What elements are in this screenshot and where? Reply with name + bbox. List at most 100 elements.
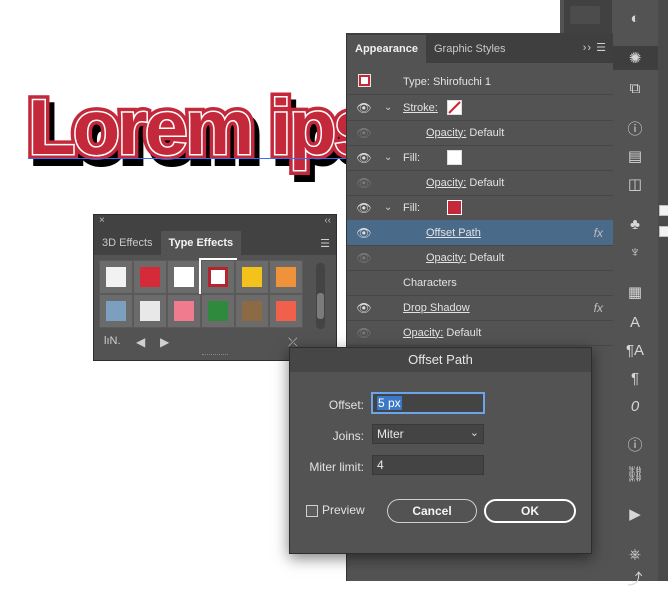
appearance-row-fill[interactable]: 👁 ⌄ Fill: [347, 195, 613, 221]
opacity-label[interactable]: Opacity: [426, 252, 466, 264]
opacity-label[interactable]: Opacity: [426, 127, 466, 139]
preview-label[interactable]: Preview [322, 503, 365, 517]
preview-checkbox[interactable] [306, 505, 318, 517]
appearance-row-type[interactable]: Type: Shirofuchi 1 [347, 69, 613, 95]
opacity-value: Default [469, 126, 505, 139]
appearance-row-opacity[interactable]: 👁 Opacity: Default [347, 120, 613, 146]
fill-white-swatch-icon[interactable] [447, 150, 462, 165]
tab-graphic-styles[interactable]: Graphic Styles [426, 35, 514, 63]
graphic-style-style-pink-orange[interactable] [167, 294, 201, 328]
artwork-text[interactable]: Lorem ips [27, 87, 379, 168]
opacity-label[interactable]: Opacity: [426, 177, 466, 189]
resize-grip[interactable] [202, 354, 228, 359]
previous-icon[interactable]: ◀ [136, 335, 145, 349]
offset-input[interactable]: 5 px [372, 393, 484, 413]
visibility-eye-icon[interactable]: 👁 [355, 226, 373, 240]
opentype-icon[interactable]: 0 [612, 394, 658, 418]
visibility-eye-icon[interactable]: 👁 [355, 126, 373, 140]
fill-red-swatch-icon[interactable] [447, 200, 462, 215]
close-icon[interactable]: × [99, 215, 105, 226]
play-icon[interactable]: ▶ [612, 502, 658, 526]
opacity-label[interactable]: Opacity: [403, 327, 443, 339]
visibility-eye-icon[interactable]: 👁 [355, 151, 373, 165]
visibility-eye-icon[interactable]: 👁 [355, 101, 373, 115]
miter-limit-input[interactable]: 4 [372, 455, 484, 475]
grid-icon[interactable]: ▦ [612, 280, 658, 304]
offset-path-effect-link[interactable]: Offset Path [426, 227, 481, 239]
fx-icon[interactable]: fx [594, 301, 603, 315]
style-swatch [106, 267, 126, 287]
style-swatch [140, 267, 160, 287]
fx-icon[interactable]: fx [594, 226, 603, 240]
graphic-style-style-white-shadow[interactable] [167, 260, 201, 294]
graphic-style-style-green-leaf[interactable] [201, 294, 235, 328]
appearance-row-opacity[interactable]: 👁 Opacity: Default [347, 245, 613, 271]
graphic-style-style-white-bevel[interactable] [99, 260, 133, 294]
tab-appearance[interactable]: Appearance [347, 35, 426, 63]
style-swatch [276, 267, 296, 287]
style-scrollbar[interactable] [316, 263, 325, 329]
edge-checkbox[interactable] [659, 205, 668, 216]
info-icon[interactable]: ⓘ [612, 116, 658, 140]
visibility-eye-icon[interactable]: 👁 [355, 251, 373, 265]
stroke-none-swatch-icon[interactable] [447, 100, 462, 115]
align-icon[interactable]: ▤ [612, 144, 658, 168]
joins-select[interactable]: Miter ⌄ [372, 424, 484, 444]
characters-label[interactable]: Characters [403, 277, 457, 289]
sun-icon[interactable]: ✺ [612, 46, 658, 70]
edge-checkbox[interactable] [659, 226, 668, 237]
offset-label: Offset: [328, 398, 364, 412]
appearance-row-drop-shadow[interactable]: 👁 Drop Shadow fx [347, 295, 613, 321]
library-menu-icon[interactable]: lıN. [104, 335, 121, 347]
graphic-style-style-yellow-blue[interactable] [235, 260, 269, 294]
appearance-row-characters[interactable]: Characters [347, 270, 613, 296]
chevron-down-icon[interactable]: ⌄ [384, 202, 392, 213]
next-icon[interactable]: ▶ [160, 335, 169, 349]
style-swatch [106, 301, 126, 321]
link-icon[interactable]: ⛓ [612, 462, 658, 486]
graphic-style-style-coral[interactable] [269, 294, 303, 328]
paragraph-style-icon[interactable]: ¶A [612, 338, 658, 362]
plant-icon[interactable]: ♆ [612, 240, 658, 264]
appearance-row-opacity[interactable]: 👁 Opacity: Default [347, 170, 613, 196]
collapsed-panel-tab[interactable] [570, 6, 600, 24]
visibility-eye-icon[interactable]: 👁 [355, 301, 373, 315]
export-icon[interactable]: ⤴ [612, 566, 658, 590]
chevron-down-icon[interactable]: ⌄ [384, 152, 392, 163]
ok-button[interactable]: OK [484, 499, 576, 523]
visibility-eye-icon[interactable]: 👁 [355, 326, 373, 340]
type-effects-panel: × ‹‹ 3D Effects Type Effects ☰ lıN. ◀ ▶ … [93, 214, 337, 361]
graphic-style-style-light-gray[interactable] [133, 294, 167, 328]
appearance-row-stroke[interactable]: 👁 ⌄ Stroke: [347, 95, 613, 121]
panel-menu-icon[interactable]: ›› ☰ [583, 41, 607, 54]
panel-titlebar[interactable]: × ‹‹ [94, 215, 336, 229]
pathfinder-icon[interactable]: ◫ [612, 172, 658, 196]
transform-icon[interactable]: ⧉ [612, 76, 658, 100]
cancel-button[interactable]: Cancel [387, 499, 477, 523]
visibility-eye-icon[interactable]: 👁 [355, 201, 373, 215]
graphic-style-style-wood[interactable] [235, 294, 269, 328]
graphic-style-style-red-outline[interactable] [199, 258, 237, 296]
drop-shadow-effect-link[interactable]: Drop Shadow [403, 302, 470, 314]
club-icon[interactable]: ♣ [612, 212, 658, 236]
layers-icon[interactable]: ◐ [612, 6, 658, 30]
appearance-row-fill[interactable]: 👁 ⌄ Fill: [347, 145, 613, 171]
graphic-style-style-orange[interactable] [269, 260, 303, 294]
style-swatch [208, 301, 228, 321]
scrollbar-thumb[interactable] [317, 293, 324, 319]
panel-menu-icon[interactable]: ☰ [320, 237, 330, 250]
appearance-row-opacity[interactable]: 👁 Opacity: Default [347, 320, 613, 346]
stroke-label[interactable]: Stroke: [403, 102, 438, 114]
graphic-style-style-blue-gradient[interactable] [99, 294, 133, 328]
visibility-eye-icon[interactable]: 👁 [355, 176, 373, 190]
character-style-icon[interactable]: ¶ [612, 366, 658, 390]
type-icon[interactable]: A [612, 310, 658, 334]
tab-type-effects[interactable]: Type Effects [160, 231, 242, 255]
graphic-style-style-red-brush[interactable] [133, 260, 167, 294]
collapse-icon[interactable]: ‹‹ [324, 215, 331, 226]
document-icon[interactable]: ⓘ [612, 432, 658, 456]
chevron-down-icon[interactable]: ⌄ [384, 102, 392, 113]
appearance-row-offset-path[interactable]: 👁 Offset Path fx [347, 220, 613, 246]
navigator-icon[interactable]: ⎈ [612, 542, 658, 566]
tab-3d-effects[interactable]: 3D Effects [94, 231, 161, 255]
